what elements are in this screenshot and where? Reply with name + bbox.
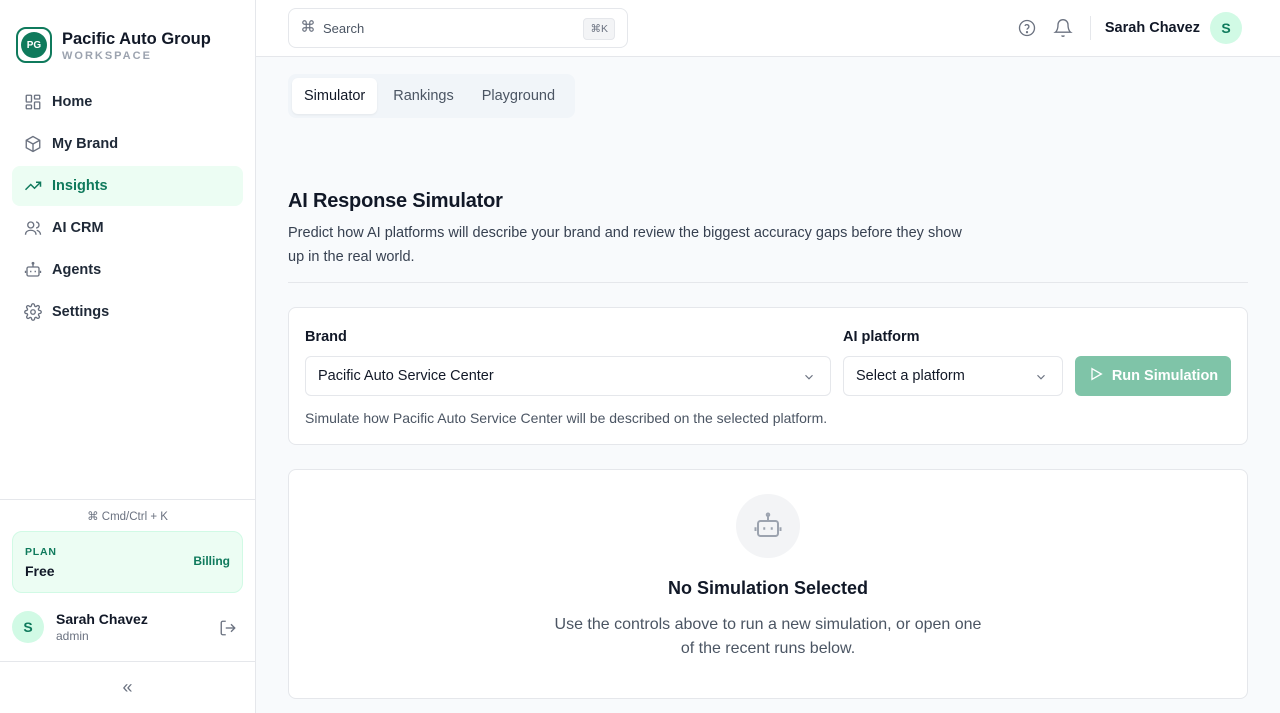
grid-icon xyxy=(24,93,42,111)
tabs: Simulator Rankings Playground xyxy=(288,74,576,118)
sidebar-item-insights[interactable]: Insights xyxy=(12,166,243,206)
users-icon xyxy=(24,219,42,237)
topbar-divider xyxy=(1089,16,1091,40)
page-header: AI Response Simulator Predict how AI pla… xyxy=(288,190,1248,269)
tab-rankings[interactable]: Rankings xyxy=(381,78,465,114)
gear-icon xyxy=(24,303,42,321)
sidebar-item-agents[interactable]: Agents xyxy=(12,250,243,290)
sidebar-footer: ⌘ Cmd/Ctrl + K PLAN Free Billing S Sarah… xyxy=(0,499,255,713)
sidebar-item-home[interactable]: Home xyxy=(12,82,243,122)
tab-simulator[interactable]: Simulator xyxy=(292,78,378,114)
sidebar-item-label: Agents xyxy=(52,262,102,278)
sidebar-item-label: Insights xyxy=(52,178,108,194)
simulation-form-card: Brand Pacific Auto Service Center AI pla… xyxy=(288,307,1248,445)
header-divider xyxy=(288,282,1248,283)
page-description: Predict how AI platforms will describe y… xyxy=(288,225,962,265)
user-role: admin xyxy=(56,629,89,643)
empty-state-title: No Simulation Selected xyxy=(667,578,869,598)
sidebar-item-label: Home xyxy=(52,94,93,110)
sidebar-item-label: My Brand xyxy=(52,136,119,152)
chevrons-left-icon: « xyxy=(122,677,133,697)
plan-card: PLAN Free Billing xyxy=(12,531,243,593)
empty-state-text: Use the controls above to run a new simu… xyxy=(554,616,982,657)
platform-select[interactable]: Select a platform xyxy=(843,356,1063,396)
play-icon xyxy=(1088,366,1104,386)
app-root: PG Pacific Auto Group WORKSPACE Home My … xyxy=(0,0,1280,713)
sidebar: PG Pacific Auto Group WORKSPACE Home My … xyxy=(0,0,256,713)
platform-select-value: Select a platform xyxy=(856,368,965,384)
brand-label: Brand xyxy=(305,329,347,345)
brand-select-value: Pacific Auto Service Center xyxy=(318,368,494,384)
bell-icon[interactable] xyxy=(1052,17,1074,39)
avatar[interactable]: S xyxy=(12,611,44,643)
form-helper-text: Simulate how Pacific Auto Service Center… xyxy=(305,410,828,426)
topbar-actions: Sarah Chavez S xyxy=(1002,12,1242,44)
main-content: Search ⌘K Sarah Chavez S Simulator Ranki… xyxy=(256,0,1280,713)
platform-label: AI platform xyxy=(843,329,920,345)
sidebar-item-label: AI CRM xyxy=(52,220,104,236)
search-shortcut-badge: ⌘K xyxy=(583,18,615,40)
empty-state-card: No Simulation Selected Use the controls … xyxy=(288,469,1248,699)
sidebar-user: S Sarah Chavez admin xyxy=(0,593,255,661)
sidebar-item-label: Settings xyxy=(52,304,110,320)
page-title: AI Response Simulator xyxy=(288,190,503,212)
command-shortcut-hint: ⌘ Cmd/Ctrl + K xyxy=(0,499,255,531)
sidebar-nav: Home My Brand Insights AI CRM Agents Set… xyxy=(0,66,255,334)
bot-icon xyxy=(24,261,42,279)
topbar-avatar[interactable]: S xyxy=(1210,12,1242,44)
help-icon[interactable] xyxy=(1016,17,1038,39)
workspace-name: Pacific Auto Group xyxy=(62,29,211,48)
topbar-user-name[interactable]: Sarah Chavez xyxy=(1105,20,1200,36)
chevron-down-icon xyxy=(802,370,816,388)
sidebar-item-my-brand[interactable]: My Brand xyxy=(12,124,243,164)
brand-initials: PG xyxy=(21,32,47,58)
brand-select[interactable]: Pacific Auto Service Center xyxy=(305,356,831,396)
user-name: Sarah Chavez xyxy=(56,611,148,627)
workspace-switcher[interactable]: PG Pacific Auto Group WORKSPACE xyxy=(0,0,255,66)
collapse-sidebar-button[interactable]: « xyxy=(0,661,255,713)
bot-icon xyxy=(736,494,800,558)
search-placeholder: Search xyxy=(323,20,365,36)
logout-icon[interactable] xyxy=(219,619,237,642)
command-icon xyxy=(301,19,315,38)
chevron-down-icon xyxy=(1034,370,1048,388)
billing-link[interactable]: Billing xyxy=(193,554,230,568)
sidebar-item-settings[interactable]: Settings xyxy=(12,292,243,332)
run-simulation-button[interactable]: Run Simulation xyxy=(1075,356,1231,396)
workspace-label: WORKSPACE xyxy=(62,49,152,62)
tab-playground[interactable]: Playground xyxy=(470,78,567,114)
search-input[interactable]: Search ⌘K xyxy=(288,8,628,48)
topbar: Search ⌘K Sarah Chavez S xyxy=(256,0,1280,57)
run-simulation-label: Run Simulation xyxy=(1111,368,1219,384)
sidebar-item-ai-crm[interactable]: AI CRM xyxy=(12,208,243,248)
cube-icon xyxy=(24,135,42,153)
brand-logo: PG xyxy=(16,27,52,63)
trending-up-icon xyxy=(24,177,42,195)
